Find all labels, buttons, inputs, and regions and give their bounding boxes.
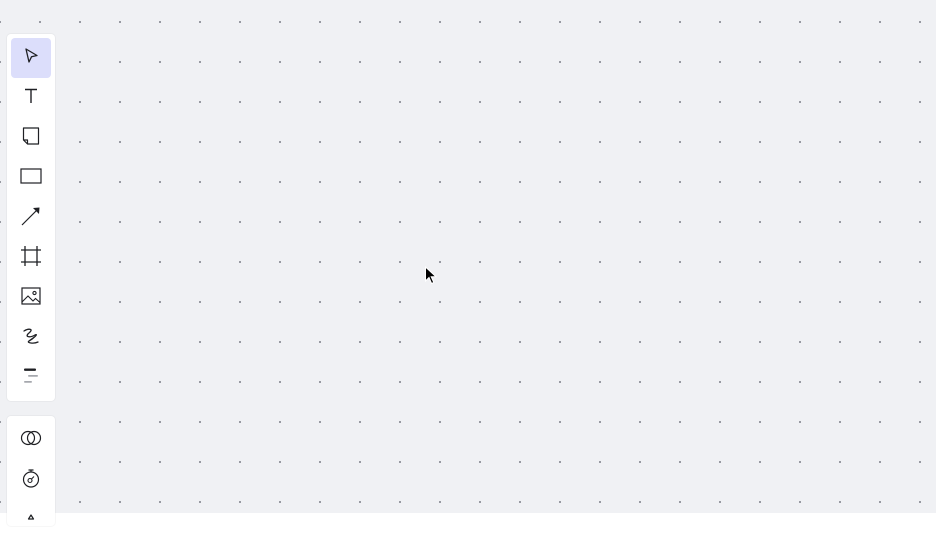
more-tool-button[interactable] bbox=[11, 500, 51, 540]
sticky-note-tool-button[interactable] bbox=[11, 118, 51, 158]
shape-tool-button[interactable] bbox=[11, 158, 51, 198]
text-tool-button[interactable] bbox=[11, 78, 51, 118]
timer-tool-button[interactable] bbox=[11, 460, 51, 500]
main-toolbar bbox=[7, 34, 55, 401]
board-canvas[interactable] bbox=[0, 0, 936, 513]
venn-circles-icon bbox=[20, 427, 42, 454]
image-tool-button[interactable] bbox=[11, 278, 51, 318]
menu-lines-icon bbox=[20, 365, 42, 392]
arrow-line-icon bbox=[20, 205, 42, 232]
frame-tool-button[interactable] bbox=[11, 238, 51, 278]
more-icon bbox=[20, 507, 42, 534]
image-icon bbox=[20, 285, 42, 312]
pen-tool-button[interactable] bbox=[11, 318, 51, 358]
rectangle-icon bbox=[20, 165, 42, 192]
pointer-icon bbox=[20, 45, 42, 72]
connection-line-tool-button[interactable] bbox=[11, 198, 51, 238]
frame-icon bbox=[20, 245, 42, 272]
text-icon bbox=[20, 85, 42, 112]
select-tool-button[interactable] bbox=[11, 38, 51, 78]
timer-icon bbox=[20, 467, 42, 494]
mouse-cursor-icon bbox=[424, 265, 438, 286]
venn-tool-button[interactable] bbox=[11, 420, 51, 460]
pen-icon bbox=[20, 325, 42, 352]
templates-tool-button[interactable] bbox=[11, 358, 51, 398]
sticky-note-icon bbox=[20, 125, 42, 152]
secondary-toolbar bbox=[7, 416, 55, 526]
